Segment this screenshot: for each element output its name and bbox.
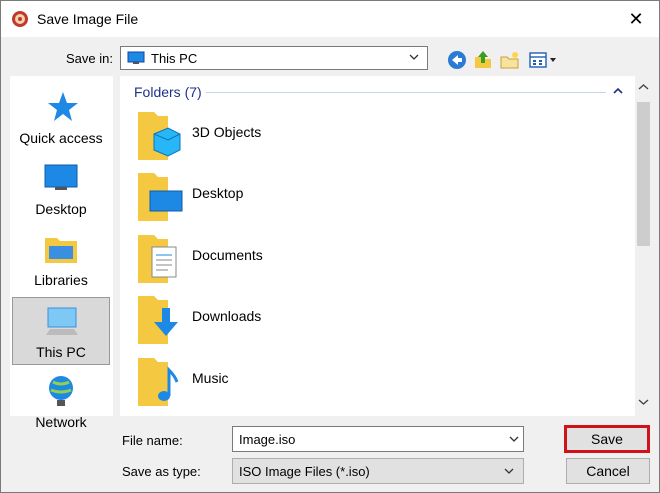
group-divider	[206, 92, 606, 93]
list-item[interactable]: 3D Objects	[136, 106, 556, 164]
documents-folder-icon	[138, 235, 177, 283]
place-desktop[interactable]: Desktop	[12, 155, 110, 223]
save-in-label: Save in:	[66, 51, 113, 66]
file-name-label: File name:	[122, 433, 183, 448]
chevron-down-icon[interactable]	[507, 432, 521, 446]
close-button[interactable]: ✕	[613, 1, 659, 37]
save-as-type-label: Save as type:	[122, 464, 201, 479]
scroll-up-icon[interactable]	[638, 83, 649, 91]
3d-objects-folder-icon	[138, 112, 181, 160]
desktop-icon	[44, 164, 78, 190]
view-menu-icon	[529, 52, 556, 68]
app-icon	[12, 11, 28, 27]
music-folder-icon	[138, 358, 179, 406]
item-label: Desktop	[192, 185, 244, 201]
chevron-up-icon[interactable]	[612, 86, 624, 96]
places-bar: Quick access Desktop Libraries This PC N…	[10, 76, 113, 430]
this-pc-icon	[46, 307, 78, 335]
place-this-pc[interactable]: This PC	[12, 297, 110, 365]
file-list: Folders (7) 3D Objects Desktop Documents…	[120, 76, 652, 416]
file-name-input[interactable]	[232, 426, 524, 452]
item-label: 3D Objects	[192, 124, 262, 140]
vertical-scrollbar[interactable]	[635, 76, 652, 416]
network-icon	[49, 376, 73, 406]
desktop-folder-icon	[138, 173, 183, 221]
window-title: Save Image File	[37, 11, 139, 27]
save-as-type-value: ISO Image Files (*.iso)	[239, 464, 370, 479]
downloads-folder-icon	[138, 296, 178, 344]
close-icon: ✕	[628, 8, 644, 29]
save-in-dropdown[interactable]: This PC	[120, 46, 428, 70]
back-icon[interactable]	[446, 49, 468, 71]
place-network[interactable]: Network	[12, 368, 110, 436]
list-item[interactable]: Documents	[136, 229, 556, 287]
place-label: Network	[35, 414, 87, 430]
place-label: Libraries	[34, 272, 88, 288]
save-as-type-select[interactable]: ISO Image Files (*.iso)	[232, 458, 524, 484]
list-item[interactable]: Desktop	[136, 167, 556, 225]
place-libraries[interactable]: Libraries	[12, 226, 110, 294]
chevron-down-icon	[409, 54, 419, 60]
chevron-down-icon	[504, 468, 514, 474]
new-folder-icon[interactable]	[499, 49, 521, 71]
title-bar: Save Image File ✕	[1, 1, 659, 37]
list-item[interactable]: Music	[136, 352, 556, 410]
cancel-button[interactable]: Cancel	[566, 458, 650, 484]
place-label: This PC	[36, 344, 86, 360]
item-label: Documents	[192, 247, 263, 263]
quick-access-star-icon	[48, 92, 78, 121]
save-button[interactable]: Save	[564, 425, 650, 453]
list-item[interactable]: Downloads	[136, 290, 556, 348]
group-header[interactable]: Folders (7)	[134, 84, 202, 100]
place-label: Desktop	[35, 201, 87, 217]
place-quick-access[interactable]: Quick access	[12, 84, 110, 152]
save-dialog: Save Image File ✕ Save in: This PC Quick…	[0, 0, 660, 493]
place-label: Quick access	[19, 130, 103, 146]
scroll-down-icon[interactable]	[638, 398, 649, 406]
up-folder-icon[interactable]	[472, 49, 494, 71]
save-in-value: This PC	[151, 51, 198, 66]
view-menu-button[interactable]	[528, 49, 560, 71]
item-label: Music	[192, 370, 229, 386]
scrollbar-thumb[interactable]	[637, 102, 650, 246]
this-pc-small-icon	[127, 51, 145, 64]
libraries-icon	[45, 238, 77, 263]
item-label: Downloads	[192, 308, 262, 324]
